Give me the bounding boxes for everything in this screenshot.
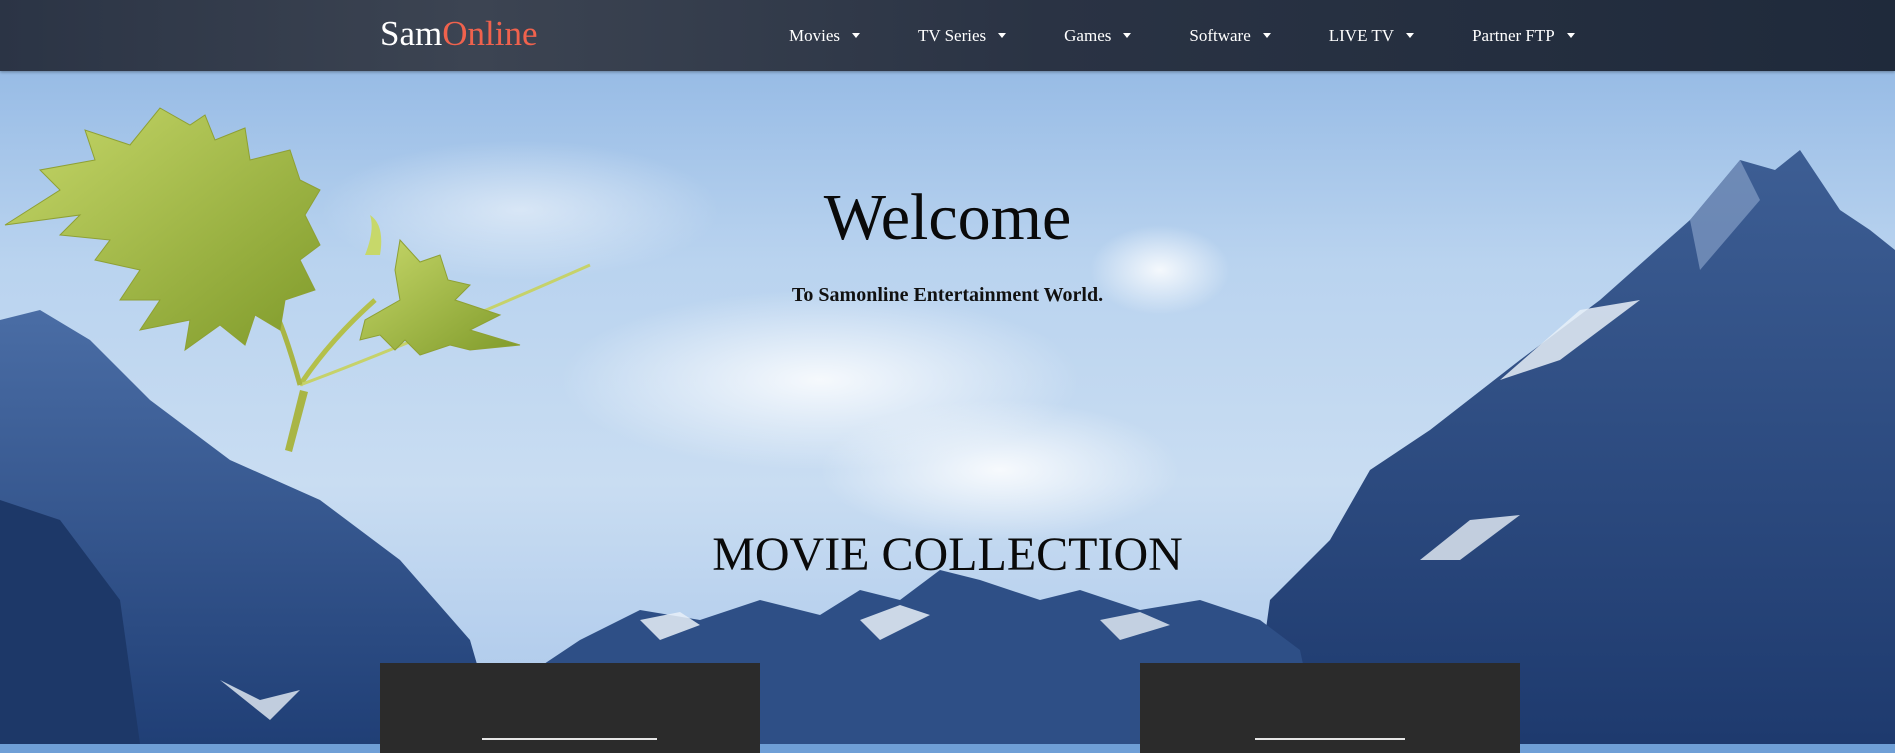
caret-down-icon [1123, 33, 1132, 38]
nav-item-tv-series[interactable]: TV Series [904, 0, 1020, 71]
caret-down-icon [1566, 33, 1575, 38]
main-nav: Movies TV Series Games Software LIVE TV … [775, 0, 1589, 71]
nav-item-label: Games [1064, 25, 1112, 45]
nav-item-games[interactable]: Games [1050, 0, 1145, 71]
movie-collection-heading: MOVIE COLLECTION [712, 528, 1183, 581]
nav-item-software[interactable]: Software [1175, 0, 1284, 71]
movie-card[interactable] [380, 663, 760, 753]
nav-item-partner-ftp[interactable]: Partner FTP [1458, 0, 1589, 71]
nav-item-movies[interactable]: Movies [775, 0, 874, 71]
nav-item-label: LIVE TV [1328, 25, 1395, 45]
brand-name-part1: Sam [380, 14, 443, 53]
brand-logo[interactable]: SamOnline [380, 12, 538, 56]
caret-down-icon [1262, 33, 1271, 38]
nav-item-label: Partner FTP [1472, 25, 1555, 45]
hero-title: Welcome [823, 181, 1072, 254]
nav-item-live-tv[interactable]: LIVE TV [1315, 0, 1428, 71]
nav-item-label: Movies [789, 25, 840, 45]
brand-name-part2: Online [442, 14, 538, 53]
caret-down-icon [1406, 33, 1415, 38]
card-divider [482, 738, 657, 740]
caret-down-icon [998, 33, 1007, 38]
top-navbar: SamOnline Movies TV Series Games Softwar… [0, 0, 1895, 71]
nav-item-label: Software [1189, 25, 1251, 45]
nav-item-label: TV Series [918, 25, 987, 45]
caret-down-icon [852, 33, 860, 38]
hero-subtitle: To Samonline Entertainment World. [791, 284, 1104, 306]
hero-background-image [0, 0, 1895, 744]
card-divider [1255, 738, 1405, 740]
movie-card[interactable] [1140, 663, 1520, 753]
